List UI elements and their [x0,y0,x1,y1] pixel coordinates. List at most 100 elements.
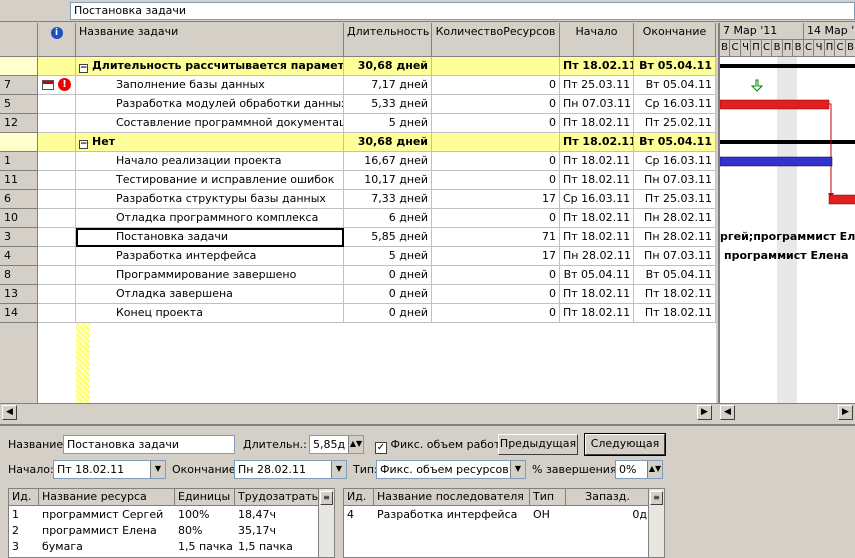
row-id[interactable]: 3 [0,228,38,247]
header-finish[interactable]: Окончание [634,23,716,57]
header-resource-count[interactable]: КоличествоРесурсов [432,23,560,57]
indicator-cell[interactable] [38,266,76,285]
task-name[interactable]: Начало реализации проекта [76,152,344,171]
task-resource-count[interactable]: 0 [432,209,560,228]
task-resource-count[interactable]: 71 [432,228,560,247]
task-start[interactable]: Пт 18.02.11 [560,209,634,228]
col-succ-id[interactable]: Ид. [344,489,374,506]
task-finish[interactable]: Вт 05.04.11 [634,266,716,285]
successors-cell[interactable]: 4 [344,507,374,523]
row-id[interactable]: 7 [0,76,38,95]
successors-cell[interactable]: Разработка интерфейса [374,507,530,523]
resources-cell[interactable]: 18,47ч [235,507,319,523]
collapse-icon[interactable]: − [79,140,88,149]
task-name[interactable]: Разработка интерфейса [76,247,344,266]
resources-cell[interactable]: 100% [175,507,235,523]
row-id[interactable]: 10 [0,209,38,228]
indicator-cell[interactable] [38,190,76,209]
previous-button[interactable]: Предыдущая [498,434,578,455]
dropdown-icon[interactable]: ▼ [150,461,165,478]
task-start[interactable]: Пт 18.02.11 [560,304,634,323]
task-duration[interactable]: 0 дней [344,285,432,304]
task-resource-count[interactable]: 0 [432,152,560,171]
task-duration[interactable]: 6 дней [344,209,432,228]
scroll-right-icon[interactable]: ▶ [697,405,712,420]
task-start[interactable]: Пт 18.02.11 [560,114,634,133]
col-res-id[interactable]: Ид. [9,489,39,506]
group-title[interactable]: − Нет [76,133,344,152]
resources-cell[interactable]: программист Сергей [39,507,175,523]
group-row[interactable]: −Длительность рассчитывается параметриче… [0,57,716,76]
task-name[interactable]: Тестирование и исправление ошибок [76,171,344,190]
table-row[interactable]: 3 Постановка задачи 5,85 дней 71 Пт 18.02.11… [0,228,716,247]
row-id[interactable]: 13 [0,285,38,304]
dropdown-icon[interactable]: ▼ [510,461,525,478]
gantt-scroll-left-icon[interactable]: ◀ [720,405,735,420]
task-duration[interactable]: 5 дней [344,247,432,266]
col-succ-lag[interactable]: Запазд. [566,489,650,506]
entry-field[interactable]: Постановка задачи [70,2,855,20]
spinner-icon[interactable]: ▲▼ [647,461,662,478]
resources-cell[interactable]: 1,5 пачка [235,539,319,555]
header-task-name[interactable]: Название задачи [76,23,344,57]
task-name[interactable]: Постановка задачи [76,228,344,247]
row-id[interactable] [0,133,38,152]
task-resource-count[interactable]: 0 [432,171,560,190]
resources-cell[interactable]: 1 [9,507,39,523]
group-title[interactable]: −Длительность рассчитывается параметриче [76,57,344,76]
indicator-cell[interactable] [38,209,76,228]
resources-cell[interactable]: 3 [9,539,39,555]
task-duration[interactable]: 5,85 дней [344,228,432,247]
task-start[interactable]: Пт 18.02.11 [560,228,634,247]
effort-driven-checkbox-wrap[interactable]: ✓ Фикс. объем работ [375,436,500,454]
indicator-cell[interactable] [38,152,76,171]
task-duration[interactable]: 10,17 дней [344,171,432,190]
task-duration[interactable]: 5 дней [344,114,432,133]
indicator-cell[interactable] [38,57,76,76]
indicator-cell[interactable] [38,133,76,152]
task-finish[interactable]: Ср 16.03.11 [634,95,716,114]
task-duration[interactable]: 7,33 дней [344,190,432,209]
gantt-chart[interactable]: 7 Мар '11 14 Мар '11 ВСЧПСВПВСЧПСВ ргей;… [718,23,855,403]
group-duration[interactable]: 30,68 дней [344,57,432,76]
task-finish[interactable]: Пт 25.03.11 [634,190,716,209]
start-field[interactable]: Пт 18.02.11 ▼ [53,460,166,479]
task-resource-count[interactable]: 0 [432,266,560,285]
group-start[interactable]: Пт 18.02.11 [560,57,634,76]
task-name[interactable]: Разработка модулей обработки данных [76,95,344,114]
task-finish[interactable]: Пт 18.02.11 [634,285,716,304]
table-row[interactable]: 11 Тестирование и исправление ошибок 10,17… [0,171,716,190]
col-succ-name[interactable]: Название последователя [374,489,530,506]
task-name[interactable]: Отладка завершена [76,285,344,304]
dropdown-icon[interactable]: ▼ [331,461,346,478]
table-row[interactable]: 14 Конец проекта 0 дней 0 Пт 18.02.11 Пт 18.0… [0,304,716,323]
task-resource-count[interactable]: 17 [432,247,560,266]
task-name[interactable]: Конец проекта [76,304,344,323]
group-count[interactable] [432,133,560,152]
row-id[interactable]: 14 [0,304,38,323]
task-resource-count[interactable]: 0 [432,285,560,304]
table-row[interactable]: 12 Составление программной документации 5 … [0,114,716,133]
group-duration[interactable]: 30,68 дней [344,133,432,152]
spinner-icon[interactable]: ▲▼ [348,436,363,453]
table-row[interactable]: 1 Начало реализации проекта 16,67 дней 0 Пт … [0,152,716,171]
table-row[interactable]: 10 Отладка программного комплекса 6 дней 0 П… [0,209,716,228]
task-start[interactable]: Вт 05.04.11 [560,266,634,285]
col-succ-type[interactable]: Тип [530,489,566,506]
indicator-cell[interactable] [38,285,76,304]
task-name[interactable]: Программирование завершено [76,266,344,285]
successors-cell[interactable]: 0д [566,507,650,523]
task-finish[interactable]: Пн 28.02.11 [634,228,716,247]
finish-field[interactable]: Пн 28.02.11 ▼ [234,460,347,479]
header-start[interactable]: Начало [560,23,634,57]
table-row[interactable]: 5 Разработка модулей обработки данных 5,33… [0,95,716,114]
resources-cell[interactable]: бумага [39,539,175,555]
task-finish[interactable]: Пн 07.03.11 [634,171,716,190]
task-finish[interactable]: Пн 28.02.11 [634,209,716,228]
indicator-cell[interactable] [38,171,76,190]
indicator-cell[interactable]: ! [38,76,76,95]
task-resource-count[interactable]: 0 [432,114,560,133]
indicator-cell[interactable] [38,228,76,247]
task-resource-count[interactable]: 17 [432,190,560,209]
header-indicators[interactable]: i [38,23,76,57]
